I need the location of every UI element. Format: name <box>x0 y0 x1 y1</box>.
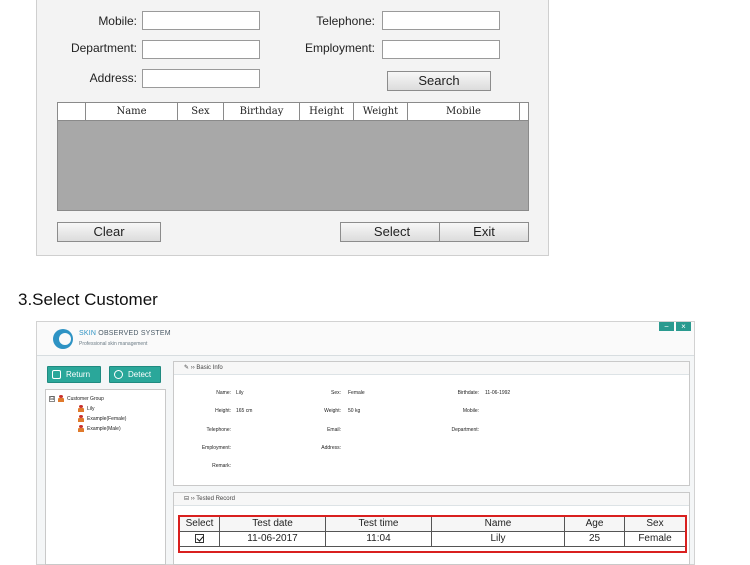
col-sex[interactable]: Sex <box>625 517 685 531</box>
exit-button[interactable]: Exit <box>439 222 529 242</box>
tree-root-customer-group[interactable]: Customer Group <box>58 395 104 403</box>
mobile-input[interactable] <box>142 11 260 30</box>
sex-label: Sex: <box>330 390 341 396</box>
col-age[interactable]: Age <box>565 517 625 531</box>
tree-item-example-female[interactable]: Example(Female) <box>78 415 126 423</box>
return-icon <box>52 370 61 379</box>
app-logo-icon <box>53 329 73 349</box>
department-input[interactable] <box>142 40 260 59</box>
detect-label: Detect <box>128 370 152 379</box>
remark-label: Remark: <box>212 463 231 469</box>
tree-item-label: Lily <box>87 405 95 412</box>
grid-col-birthday[interactable]: Birthday <box>224 103 300 120</box>
magnifier-icon <box>114 370 123 379</box>
grid-col-sex[interactable]: Sex <box>178 103 224 120</box>
detect-button[interactable]: Detect <box>109 366 161 383</box>
app-header: SKIN OBSERVED SYSTEM Professional skin m… <box>37 322 694 356</box>
tree-item-label: Example(Female) <box>87 415 127 422</box>
col-test-time[interactable]: Test time <box>326 517 432 531</box>
grid-col-height[interactable]: Height <box>300 103 354 120</box>
brand-skin-text: SKIN <box>79 330 97 337</box>
name-value: Lily <box>236 390 244 396</box>
customer-icon <box>78 415 84 422</box>
birthdate-label: Birthdate: <box>457 390 479 396</box>
app-brand: SKIN OBSERVED SYSTEM <box>79 330 171 337</box>
employment-input[interactable] <box>382 40 500 59</box>
select-checkbox[interactable] <box>195 533 204 543</box>
return-label: Return <box>66 370 91 379</box>
tested-record-table: Select Test date Test time Name Age Sex … <box>178 515 687 553</box>
address-input[interactable] <box>142 69 260 88</box>
minimize-button[interactable]: − <box>659 322 674 331</box>
col-select[interactable]: Select <box>180 517 220 531</box>
search-button[interactable]: Search <box>387 71 491 91</box>
email-label: Email: <box>327 427 341 433</box>
sex-value: Female <box>348 390 365 396</box>
sex-cell: Female <box>638 533 672 544</box>
app-slogan: Professional skin management <box>79 341 148 347</box>
basic-info-panel: ✎ ›› Basic Info Name: Lily Sex: Female B… <box>173 361 690 486</box>
basic-info-title-text: ›› Basic Info <box>190 365 223 371</box>
height-value: 165 cm <box>236 408 253 414</box>
col-name[interactable]: Name <box>432 517 565 531</box>
name-label: Name: <box>216 390 231 396</box>
tree-item-example-male[interactable]: Example(Male) <box>78 425 121 433</box>
collapse-icon: ⊟ <box>184 496 190 502</box>
customer-group-tree: ⊟ Customer Group Lily Example(Female) Ex… <box>45 389 166 565</box>
grid-col-weight[interactable]: Weight <box>354 103 408 120</box>
clear-button[interactable]: Clear <box>57 222 161 242</box>
section-heading: 3.Select Customer <box>18 290 158 309</box>
birthdate-value: 11-06-1992 <box>485 390 511 396</box>
tree-collapse-icon[interactable]: ⊟ <box>49 396 55 402</box>
select-cell[interactable] <box>180 532 220 546</box>
record-table-header: Select Test date Test time Name Age Sex <box>180 517 685 532</box>
col-test-date[interactable]: Test date <box>220 517 326 531</box>
address-label: Address: <box>89 71 137 85</box>
weight-label: Weight: <box>324 408 341 414</box>
mobile-label: Mobile: <box>98 14 137 28</box>
grid-row-header-corner <box>58 103 86 120</box>
test-time-cell: 11:04 <box>326 532 432 546</box>
mobile-info-label: Mobile: <box>462 408 479 414</box>
tree-root-label: Customer Group <box>67 395 104 402</box>
address-info-label: Address: <box>321 445 341 451</box>
name-cell: Lily <box>432 532 565 546</box>
telephone-info-label: Telephone: <box>206 427 231 433</box>
table-row[interactable]: 11-06-2017 11:04 Lily 25 Female <box>180 532 685 547</box>
tested-record-title-text: ›› Tested Record <box>190 496 235 502</box>
telephone-input[interactable] <box>382 11 500 30</box>
telephone-label: Telephone: <box>316 14 375 28</box>
employment-label: Employment: <box>304 41 375 55</box>
test-date-cell: 11-06-2017 <box>220 532 326 546</box>
return-button[interactable]: Return <box>47 366 101 383</box>
tested-record-title: ⊟ ›› Tested Record <box>174 493 689 506</box>
department-label: Department: <box>70 41 137 55</box>
employment-info-label: Employment: <box>201 445 231 451</box>
group-icon <box>58 395 64 402</box>
select-button[interactable]: Select <box>340 222 444 242</box>
edit-icon: ✎ <box>184 365 190 371</box>
customer-icon <box>78 405 84 412</box>
basic-info-title: ✎ ›› Basic Info <box>174 362 689 375</box>
grid-col-mobile[interactable]: Mobile <box>408 103 520 120</box>
weight-value: 50 kg <box>348 408 361 414</box>
department-info-label: Department: <box>451 427 479 433</box>
close-button[interactable]: × <box>676 322 691 331</box>
grid-col-name[interactable]: Name <box>86 103 178 120</box>
age-cell: 25 <box>565 532 625 546</box>
tree-item-lily[interactable]: Lily <box>78 405 95 413</box>
customer-result-grid[interactable]: Name Sex Birthday Height Weight Mobile <box>57 102 529 211</box>
tree-item-label: Example(Male) <box>87 425 121 432</box>
brand-system-text: OBSERVED SYSTEM <box>98 330 171 337</box>
grid-header: Name Sex Birthday Height Weight Mobile <box>58 103 528 121</box>
height-label: Height: <box>215 408 231 414</box>
customer-search-dialog: Mobile: Telephone: Department: Employmen… <box>36 0 549 256</box>
customer-icon <box>78 425 84 432</box>
